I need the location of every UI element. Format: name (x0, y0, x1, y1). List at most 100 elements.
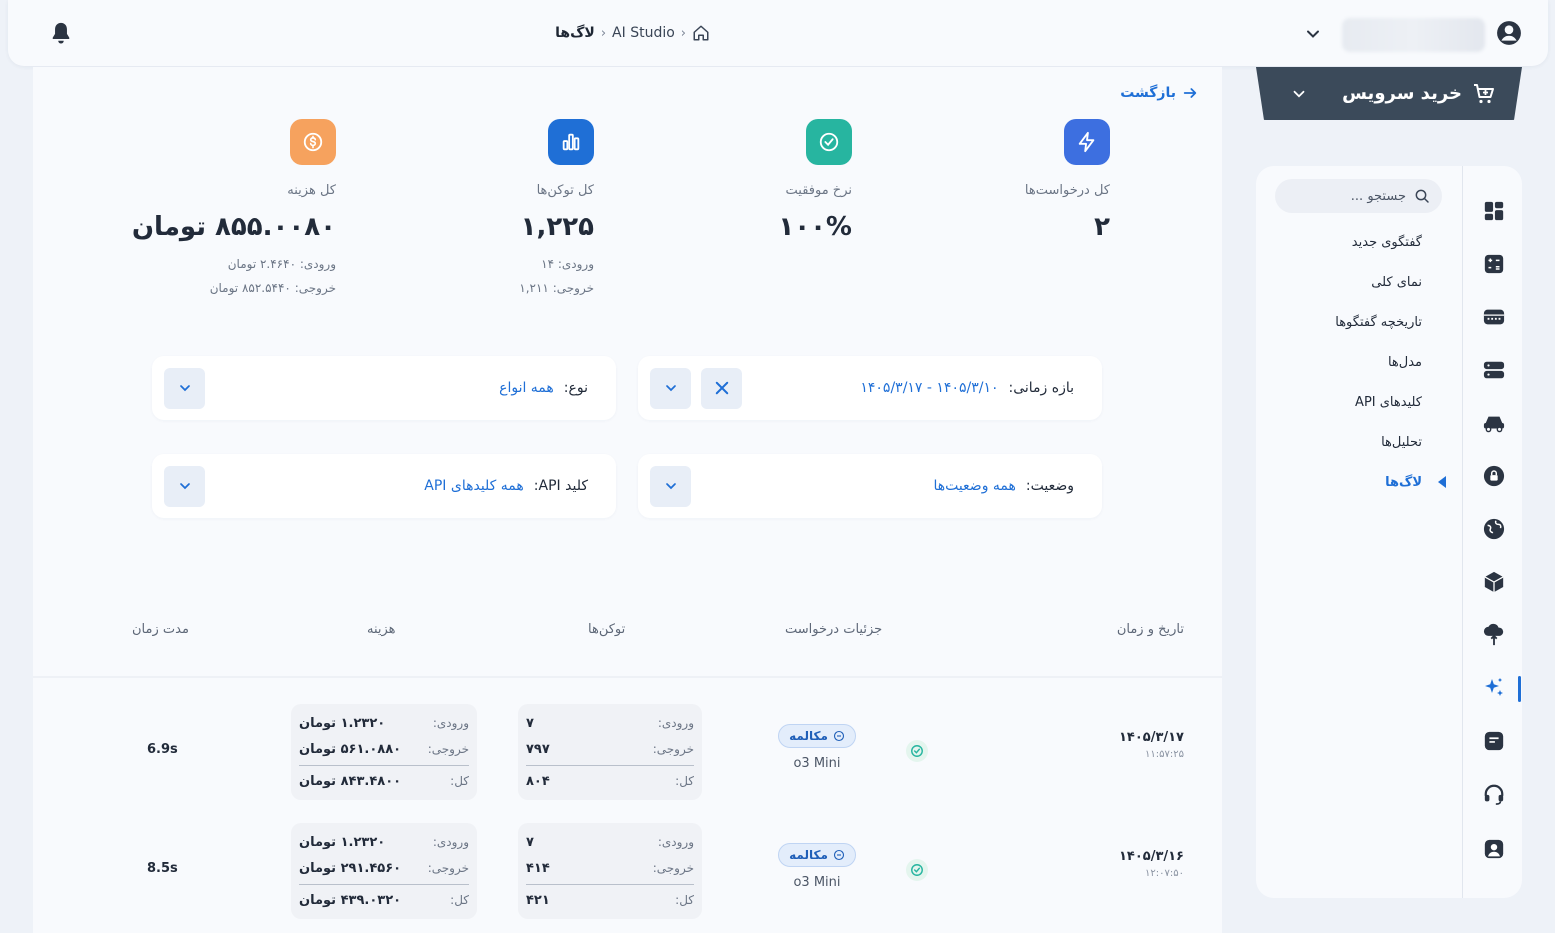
sidebar-item-api-keys[interactable]: کلیدهای API (1270, 382, 1452, 422)
cost-in-label: ورودی: (432, 716, 469, 730)
filter-label: بازه زمانی: (1008, 380, 1074, 396)
stat-sub-input: ورودی: ۲.۴۶۴۰ تومان (227, 257, 336, 271)
user-name[interactable] (1342, 18, 1485, 52)
tokens-out-value: ۷۹۷ (526, 741, 550, 757)
column-header-duration: مدت زمان (132, 622, 189, 637)
column-header-cost: هزینه (367, 622, 396, 637)
type-dropdown-button[interactable] (164, 367, 205, 409)
stat-total-cost: کل هزینه ۸۵۵.۰۰۸۰ تومان ورودی: ۲.۴۶۴۰ تو… (76, 119, 336, 300)
cost-out-label: خروجی: (427, 861, 469, 875)
sidebar-item-new-chat[interactable]: گفتگوی جدید (1270, 222, 1452, 262)
cost-box: ورودی: ۱.۲۳۲۰ تومان خروجی: ۲۹۱.۴۵۶۰ تومان … (291, 823, 477, 919)
cost-out-label: خروجی: (427, 742, 469, 756)
stat-sub-output: خروجی: ۸۵۲.۵۴۴۰ تومان (209, 281, 336, 295)
stat-sub-output: خروجی: ۱,۲۱۱ (519, 281, 594, 295)
request-type-badge: مکالمه (778, 724, 856, 748)
bolt-icon (1064, 119, 1110, 165)
sidebar-item-label: گفتگوی جدید (1351, 234, 1422, 250)
cost-out-value: ۵۶۱.۰۸۸۰ تومان (299, 741, 402, 757)
table-row[interactable]: ۱۴۰۵/۳/۱۷ ۱۱:۵۷:۲۵ مکالمه o3 Mini ورودی:… (33, 700, 1222, 810)
stat-value: ۱,۲۲۵ (520, 212, 594, 242)
cost-box: ورودی: ۱.۲۳۲۰ تومان خروجی: ۵۶۱.۰۸۸۰ تومان … (291, 704, 477, 800)
model-name: o3 Mini (793, 756, 841, 771)
filter-value: همه کلیدهای API (424, 478, 524, 494)
stat-value: ۸۵۵.۰۰۸۰ تومان (131, 212, 336, 242)
cost-total-value: ۴۳۹.۰۳۲۰ تومان (299, 892, 402, 908)
cloud-upload-icon[interactable] (1481, 622, 1507, 648)
tokens-total-label: کل: (675, 893, 694, 907)
bell-icon[interactable] (50, 21, 72, 45)
sidebar-item-logs[interactable]: لاگ‌ها (1270, 462, 1452, 502)
filter-date-range[interactable]: بازه زمانی: ۱۴۰۵/۳/۱۰ - ۱۴۰۵/۳/۱۷ (638, 356, 1102, 420)
status-dropdown-button[interactable] (650, 465, 691, 507)
buy-service-button[interactable]: خرید سرویس (1256, 67, 1522, 120)
row-duration: 6.9s (147, 742, 178, 757)
database-icon[interactable] (1481, 357, 1507, 383)
filter-label: نوع: (563, 380, 588, 396)
chat-bubble-icon (833, 730, 844, 742)
sparkles-icon[interactable] (1481, 675, 1507, 701)
home-icon[interactable] (692, 24, 710, 42)
tokens-total-value: ۴۲۱ (526, 892, 550, 908)
server-icon[interactable] (1481, 304, 1507, 330)
column-header-datetime: تاریخ و زمان (1116, 622, 1184, 637)
tokens-out-label: خروجی: (652, 861, 694, 875)
cost-total-label: کل: (450, 893, 469, 907)
dashboard-icon[interactable] (1481, 198, 1507, 224)
stat-label: کل هزینه (287, 183, 336, 198)
model-name: o3 Mini (793, 875, 841, 890)
table-row[interactable]: ۱۴۰۵/۳/۱۶ ۱۲:۰۷:۵۰ مکالمه o3 Mini ورودی:… (33, 819, 1222, 929)
filter-api-key[interactable]: کلید API: همه کلیدهای API (152, 454, 616, 518)
row-datetime: ۱۴۰۵/۳/۱۶ ۱۲:۰۷:۵۰ (1119, 849, 1184, 879)
cube-icon[interactable] (1481, 569, 1507, 595)
breadcrumb-current: لاگ‌ها (555, 25, 595, 41)
breadcrumb-ai-studio[interactable]: AI Studio (612, 25, 675, 41)
api-key-dropdown-button[interactable] (164, 465, 205, 507)
search-input[interactable] (1296, 188, 1406, 204)
sidebar-item-overview[interactable]: نمای کلی (1270, 262, 1452, 302)
tokens-total-label: کل: (675, 774, 694, 788)
document-icon[interactable] (1481, 728, 1507, 754)
breadcrumb-separator: › (680, 25, 686, 41)
tokens-box: ورودی: ۷ خروجی: ۴۱۴ کل: ۴۲۱ (518, 823, 702, 919)
filter-value: همه انواع (499, 380, 554, 396)
contact-icon[interactable] (1481, 836, 1507, 862)
chevron-down-icon (665, 385, 676, 392)
chevron-down-icon (665, 483, 676, 490)
success-status-icon (906, 859, 928, 881)
cost-in-label: ورودی: (432, 835, 469, 849)
sidebar-item-label: کلیدهای API (1355, 394, 1422, 410)
tokens-in-value: ۷ (526, 834, 534, 850)
car-icon[interactable] (1481, 410, 1507, 436)
back-button[interactable]: بازگشت (1118, 82, 1198, 104)
chevron-down-icon (1293, 90, 1305, 98)
stat-sub: ورودی: ۲.۴۶۴۰ تومان خروجی: ۸۵۲.۵۴۴۰ توما… (76, 252, 336, 300)
chevron-down-icon[interactable] (1303, 24, 1323, 44)
request-type-label: مکالمه (789, 729, 828, 743)
filter-label: وضعیت: (1025, 478, 1074, 494)
sidebar-search[interactable] (1275, 179, 1442, 213)
date-dropdown-button[interactable] (650, 367, 691, 409)
sidebar-item-analytics[interactable]: تحلیل‌ها (1270, 422, 1452, 462)
tokens-in-value: ۷ (526, 715, 534, 731)
filter-status[interactable]: وضعیت: همه وضعیت‌ها (638, 454, 1102, 518)
sidebar-item-chat-history[interactable]: تاریخچه گفتگوها (1270, 302, 1452, 342)
stat-total-tokens: کل توکن‌ها ۱,۲۲۵ ورودی: ۱۴ خروجی: ۱,۲۱۱ (334, 119, 594, 300)
stat-success-rate: نرخ موفقیت ۱۰۰% (592, 119, 852, 242)
stat-sub-input: ورودی: ۱۴ (541, 257, 594, 271)
chevron-down-icon (179, 483, 190, 490)
headset-icon[interactable] (1481, 781, 1507, 807)
filter-type[interactable]: نوع: همه انواع (152, 356, 616, 420)
user-avatar-icon[interactable] (1496, 20, 1522, 46)
globe-icon[interactable] (1481, 516, 1507, 542)
stat-value: ۱۰۰% (778, 212, 852, 242)
row-time: ۱۲:۰۷:۵۰ (1145, 868, 1184, 879)
calculator-icon[interactable] (1481, 251, 1507, 277)
column-header-tokens: توکن‌ها (588, 622, 626, 637)
table-header-divider (33, 676, 1222, 678)
search-icon (1415, 189, 1429, 203)
sidebar-menu: گفتگوی جدید نمای کلی تاریخچه گفتگوها مدل… (1270, 222, 1452, 502)
lock-icon[interactable] (1481, 463, 1507, 489)
clear-date-button[interactable] (701, 367, 742, 409)
sidebar-item-models[interactable]: مدل‌ها (1270, 342, 1452, 382)
